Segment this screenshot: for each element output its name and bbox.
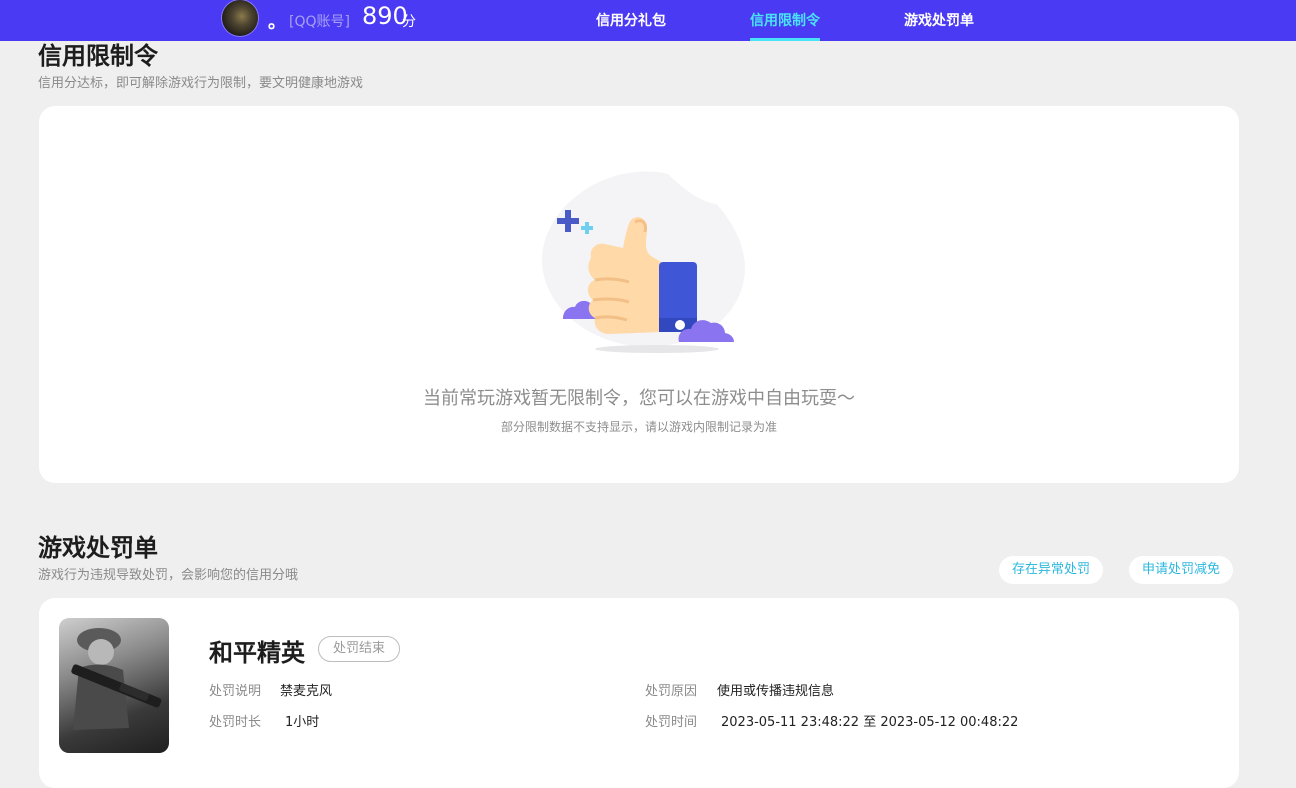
thumbs-up-illustration [542,169,745,353]
credit-score: 890 [362,2,408,30]
top-bar: 。 [QQ账号] 890 分 信用分礼包 信用限制令 游戏处罚单 [0,0,1296,41]
empty-state-note: 部分限制数据不支持显示，请以游戏内限制记录为准 [500,420,777,434]
penalty-section-subtitle: 游戏行为违规导致处罚，会影响您的信用分哦 [38,568,299,583]
nav-tab-penalty[interactable]: 游戏处罚单 [904,10,974,30]
restriction-section-subtitle: 信用分达标，即可解除游戏行为限制，要文明健康地游戏 [38,76,364,91]
desc-value: 禁麦克风 [280,684,333,699]
credit-score-unit: 分 [402,14,416,30]
reason-value: 使用或传播违规信息 [717,684,835,699]
status-badge: 处罚结束 [318,636,401,662]
duration-label: 处罚时长 [209,715,262,730]
game-icon [59,618,169,753]
appeal-penalty-button[interactable]: 申请处罚减免 [1129,556,1234,584]
time-label: 处罚时间 [645,715,698,730]
user-nickname: 。 [268,12,286,33]
soldier-icon [71,628,162,730]
abnormal-penalty-button[interactable]: 存在异常处罚 [999,556,1104,584]
penalty-section-title: 游戏处罚单 [38,534,158,562]
empty-state-title: 当前常玩游戏暂无限制令，您可以在游戏中自由玩耍～ [423,388,855,409]
restriction-section-title: 信用限制令 [38,42,158,70]
time-value: 2023-05-11 23:48:22 至 2023-05-12 00:48:2… [721,715,1019,730]
game-name: 和平精英 [209,639,305,667]
duration-value: 1小时 [285,715,320,730]
active-tab-indicator [750,38,820,41]
reason-label: 处罚原因 [645,684,698,699]
penalty-record-card: 和平精英 处罚结束 处罚说明 禁麦克风 处罚时长 1小时 处罚原因 使用或传播违… [39,598,1239,788]
nav-tab-credit-gift[interactable]: 信用分礼包 [596,10,666,30]
account-type: [QQ账号] [289,14,350,30]
desc-label: 处罚说明 [209,684,262,699]
avatar[interactable] [222,0,258,36]
nav-tab-restriction[interactable]: 信用限制令 [750,10,820,30]
restriction-empty-card: 当前常玩游戏暂无限制令，您可以在游戏中自由玩耍～ 部分限制数据不支持显示，请以游… [39,106,1239,483]
